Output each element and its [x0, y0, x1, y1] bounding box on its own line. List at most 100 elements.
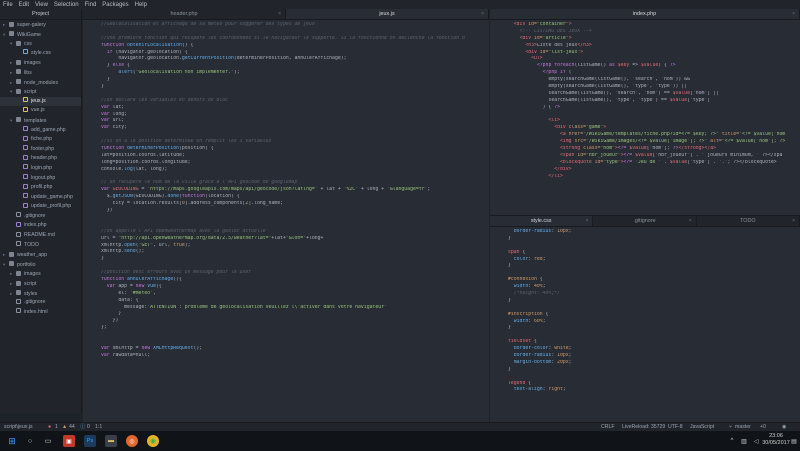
menu-item-view[interactable]: View [35, 2, 48, 8]
code-line[interactable] [508, 112, 800, 119]
code-line[interactable]: xmlhttp.send(); [101, 249, 489, 256]
code-line[interactable]: } [508, 367, 800, 374]
code-line[interactable]: console.log(lat, long); [101, 167, 489, 174]
tree-file[interactable]: jeux.js [0, 96, 81, 107]
code-line[interactable]: //Géolocalisation et affichage de sa mét… [101, 22, 489, 29]
tree-file[interactable]: update_game.php [0, 193, 81, 203]
tree-folder[interactable]: ▾ templates [0, 116, 81, 126]
tree-folder[interactable]: ▾ css [0, 39, 81, 49]
code-line[interactable]: function obtenirLocalisation() { [101, 43, 489, 50]
code-line[interactable]: el: '#meteo', [101, 291, 489, 298]
code-line[interactable]: //on appelle l'API openweathermap avec l… [101, 229, 489, 236]
menu-item-file[interactable]: File [3, 2, 13, 8]
code-line[interactable]: //si on a la position determinée on remp… [101, 139, 489, 146]
code-line[interactable]: message:'ATTENTION : probleme de geoloca… [101, 305, 489, 312]
code-line[interactable]: var city; [101, 125, 489, 132]
code-jeux-js[interactable]: //Géolocalisation et affichage de sa mét… [101, 22, 489, 422]
code-line[interactable]: }) [101, 318, 489, 325]
close-icon[interactable]: × [689, 216, 692, 227]
tree-folder[interactable]: ▾ WikiGame [0, 30, 81, 40]
code-line[interactable]: var url; [101, 118, 489, 125]
tree-folder[interactable]: ▸ libs [0, 68, 81, 78]
task-view-icon[interactable]: ▭ [42, 435, 54, 447]
tab-jeux-js[interactable]: jeux.js × [286, 9, 489, 19]
code-line[interactable]: <span id="nbr_joueur"><?= $value['nbr_jo… [508, 153, 800, 160]
tab-index-php[interactable]: index.php × [490, 9, 800, 19]
code-line[interactable]: // on récupère le nom de la ville grâce … [101, 180, 489, 187]
code-line[interactable]: </div> [508, 167, 800, 174]
code-line[interactable]: empty(searchGame(listGame(), 'type', 'ty… [508, 84, 800, 91]
code-line[interactable]: long=position.coords.longitude; [101, 160, 489, 167]
close-icon[interactable]: × [278, 9, 281, 20]
code-line[interactable]: <div class="game"> [508, 125, 800, 132]
search-icon[interactable]: ○ [24, 435, 36, 447]
code-line[interactable]: <div id="article"> [508, 36, 800, 43]
code-line[interactable]: <?php if ( [508, 70, 800, 77]
tree-file[interactable]: profil.php [0, 183, 81, 193]
code-line[interactable]: xmlhttp.open("GET", url, true); [101, 243, 489, 250]
code-line[interactable]: city = location.results[0].address_compo… [101, 201, 489, 208]
menu-item-edit[interactable]: Edit [19, 2, 29, 8]
code-line[interactable]: } [508, 263, 800, 270]
code-line[interactable]: <ul> [508, 56, 800, 63]
tree-file[interactable]: add_game.php [0, 126, 81, 136]
close-icon[interactable]: × [792, 216, 795, 227]
code-line[interactable]: span { [508, 250, 800, 257]
tree-folder[interactable]: ▸ script [0, 279, 81, 289]
tree-folder[interactable]: ▾ portfolio [0, 260, 81, 270]
close-icon[interactable]: × [481, 9, 484, 20]
code-line[interactable]: } [508, 325, 800, 332]
code-line[interactable] [101, 29, 489, 36]
code-line[interactable]: navigator.geolocation.getCurrentPosition… [101, 56, 489, 63]
code-line[interactable]: margin-bottom: 20px; [508, 360, 800, 367]
photoshop-icon[interactable]: Ps [84, 435, 96, 447]
code-line[interactable] [101, 339, 489, 346]
code-line[interactable]: width: 60%; [508, 319, 800, 326]
code-line[interactable]: <div id="container"> [508, 22, 800, 29]
code-line[interactable]: lat=position.coords.latitude; [101, 153, 489, 160]
code-line[interactable] [101, 332, 489, 339]
tab-todo[interactable]: TODO × [697, 216, 800, 226]
code-line[interactable]: <li> [508, 118, 800, 125]
code-line[interactable]: <strong class="nom"><?= $value['nom']; ?… [508, 146, 800, 153]
code-line[interactable] [101, 91, 489, 98]
tree-folder[interactable]: ▾ script [0, 87, 81, 97]
code-index-php[interactable]: <div id="container"> <!-- LISTING DES JE… [508, 22, 800, 215]
tree-file[interactable]: TODO [0, 241, 81, 251]
notification-icon[interactable]: ▤ [790, 435, 798, 447]
code-line[interactable]: //on declare les variables en dehors du … [101, 98, 489, 105]
tree-folder[interactable]: ▸ weather_app [0, 250, 81, 260]
code-line[interactable]: var GEOCODING = 'https://maps.googleapis… [101, 187, 489, 194]
tree-folder[interactable]: ▸ images [0, 269, 81, 279]
menu-item-help[interactable]: Help [135, 2, 147, 8]
tree-folder[interactable]: ▸ node_modules [0, 78, 81, 88]
app-icon[interactable]: ▣ [63, 435, 75, 447]
code-line[interactable]: <?php foreach(listGame() as $key => $val… [508, 63, 800, 70]
menu-item-packages[interactable]: Packages [102, 2, 128, 8]
code-line[interactable]: var rawdata=null; [101, 353, 489, 360]
tree-file[interactable]: .gitignore [0, 212, 81, 222]
volume-icon[interactable]: ◁ [750, 435, 762, 447]
code-line[interactable]: } [508, 298, 800, 305]
code-line[interactable]: $.getJSON(GEOCODING).done(function(locat… [101, 194, 489, 201]
tree-file[interactable]: style.css [0, 49, 81, 59]
code-line[interactable]: border-radius: 10px; [508, 353, 800, 360]
code-style-css[interactable]: border-radius: 10px;} span { color: red;}… [508, 229, 800, 422]
menu-item-find[interactable]: Find [85, 2, 97, 8]
code-line[interactable] [508, 270, 800, 277]
code-line[interactable] [508, 332, 800, 339]
code-line[interactable]: } [101, 84, 489, 91]
code-line[interactable]: } [101, 311, 489, 318]
code-line[interactable]: </li> [508, 174, 800, 181]
tree-file[interactable]: index.php [0, 221, 81, 231]
tree-file[interactable]: index.html [0, 308, 81, 318]
windows-start-icon[interactable]: ⊞ [6, 435, 18, 447]
menu-item-selection[interactable]: Selection [54, 2, 79, 8]
tree-folder[interactable]: ▸ super-galery [0, 20, 81, 30]
code-line[interactable]: var app = new Vue({ [101, 284, 489, 291]
code-line[interactable]: text-align: right; [508, 387, 800, 394]
code-line[interactable]: fieldset { [508, 339, 800, 346]
tree-folder[interactable]: ▸ styles [0, 289, 81, 299]
folder-icon[interactable]: ▬ [105, 435, 117, 447]
code-line[interactable]: var long; [101, 112, 489, 119]
